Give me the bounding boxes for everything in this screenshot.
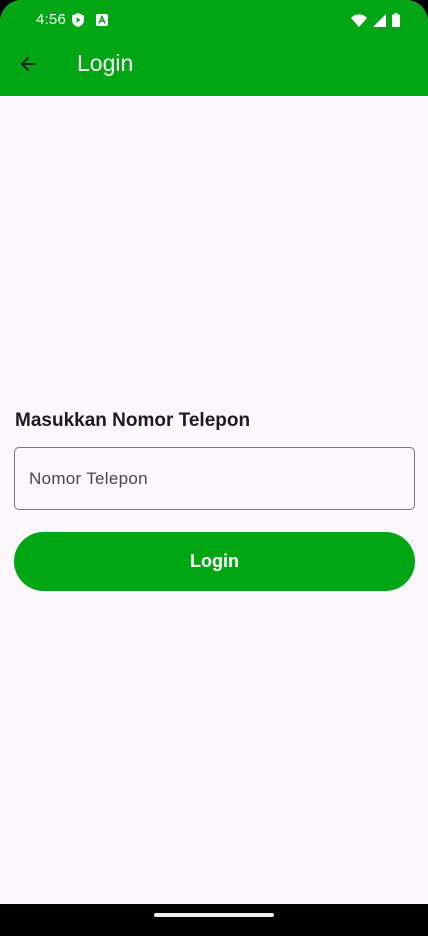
system-nav-bar — [0, 904, 428, 936]
phone-input[interactable] — [29, 468, 414, 489]
app-screen: 4:56 Login Masukkan Nomor Telepon Nomor … — [0, 0, 428, 904]
gesture-handle[interactable] — [154, 913, 274, 917]
signal-icon — [373, 13, 386, 27]
phone-field[interactable] — [14, 447, 415, 510]
status-right-icons — [351, 13, 400, 27]
wifi-icon — [351, 13, 367, 27]
back-button[interactable] — [8, 46, 48, 86]
top-bar: 4:56 Login — [0, 0, 428, 96]
status-left-icons — [72, 13, 108, 27]
a-box-icon — [96, 14, 108, 26]
page-title: Login — [77, 50, 134, 76]
status-bar: 4:56 — [0, 0, 428, 42]
battery-icon — [392, 13, 400, 27]
login-button[interactable]: Login — [14, 532, 415, 591]
app-bar: Login — [0, 42, 428, 96]
phone-label: Masukkan Nomor Telepon — [15, 410, 251, 431]
arrow-back-icon — [17, 53, 39, 80]
device-frame: 4:56 Login Masukkan Nomor Telepon Nomor … — [0, 0, 428, 936]
shield-play-icon — [72, 13, 84, 27]
status-time: 4:56 — [36, 11, 66, 28]
